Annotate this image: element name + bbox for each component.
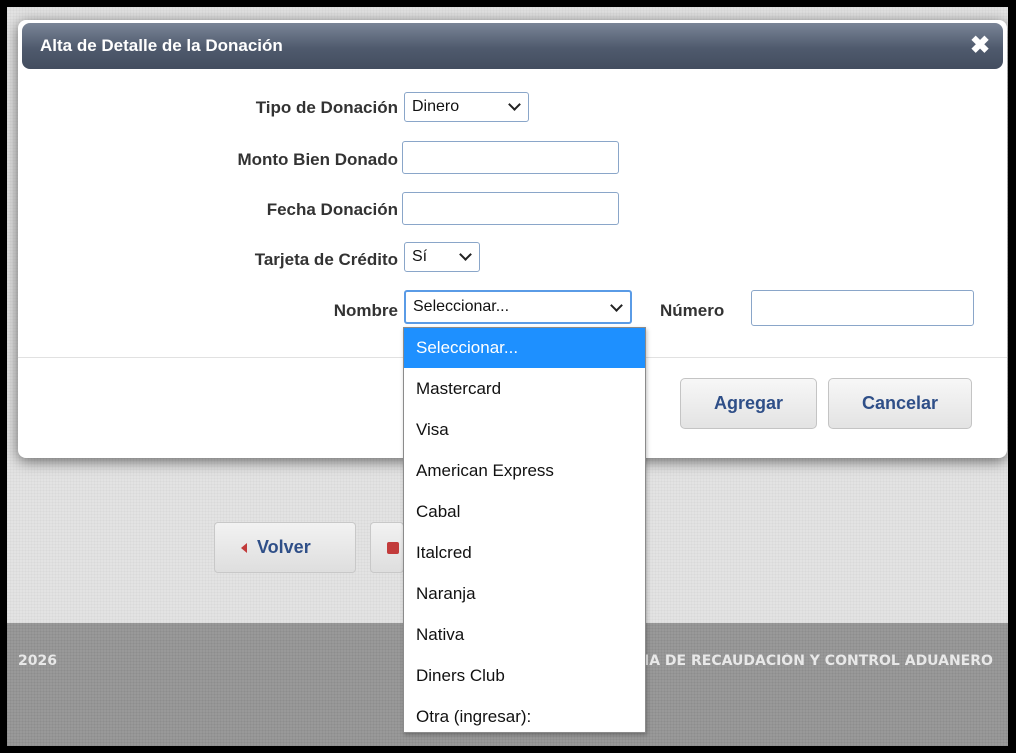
footer-year: 2026 [18,653,57,669]
footer-organization: IA DE RECAUDACIÓN Y CONTROL ADUANERO [644,653,993,669]
option-naranja[interactable]: Naranja [404,573,645,614]
chevron-down-icon [610,299,623,312]
option-italcred[interactable]: Italcred [404,532,645,573]
option-american-express[interactable]: American Express [404,450,645,491]
secondary-button[interactable] [370,522,404,573]
caret-left-icon [241,542,247,553]
chevron-down-icon [508,98,521,111]
nombre-dropdown-list: Seleccionar... Mastercard Visa American … [403,327,646,733]
option-diners-club[interactable]: Diners Club [404,655,645,696]
cancelar-button[interactable]: Cancelar [828,378,972,429]
option-cabal[interactable]: Cabal [404,491,645,532]
fecha-label: Fecha Donación [266,200,398,219]
agregar-button[interactable]: Agregar [680,378,817,429]
option-visa[interactable]: Visa [404,409,645,450]
dialog-title: Alta de Detalle de la Donación [40,36,283,55]
dialog-titlebar[interactable]: Alta de Detalle de la Donación ✖ [22,23,1003,69]
monto-input[interactable] [402,141,619,174]
nombre-label: Nombre [333,301,398,320]
chevron-down-icon [459,248,472,261]
back-button-label: Volver [257,537,311,557]
tarjeta-value: Sí [412,248,428,265]
option-nativa[interactable]: Nativa [404,614,645,655]
calendar-icon [387,541,399,554]
numero-input[interactable] [751,290,974,326]
numero-label: Número [660,301,725,320]
tarjeta-label: Tarjeta de Crédito [254,250,398,269]
close-icon[interactable]: ✖ [969,34,991,58]
option-otra[interactable]: Otra (ingresar): [404,696,645,737]
tipo-donacion-value: Dinero [412,98,460,115]
nombre-select[interactable]: Seleccionar... [404,290,632,324]
tipo-donacion-select[interactable]: Dinero [404,92,529,122]
fecha-input[interactable] [402,192,619,225]
tipo-donacion-label: Tipo de Donación [255,98,398,117]
option-mastercard[interactable]: Mastercard [404,368,645,409]
option-seleccionar[interactable]: Seleccionar... [404,328,645,368]
monto-label: Monto Bien Donado [237,150,398,169]
nombre-value: Seleccionar... [413,298,510,315]
back-button[interactable]: Volver [214,522,356,573]
tarjeta-select[interactable]: Sí [404,242,480,272]
